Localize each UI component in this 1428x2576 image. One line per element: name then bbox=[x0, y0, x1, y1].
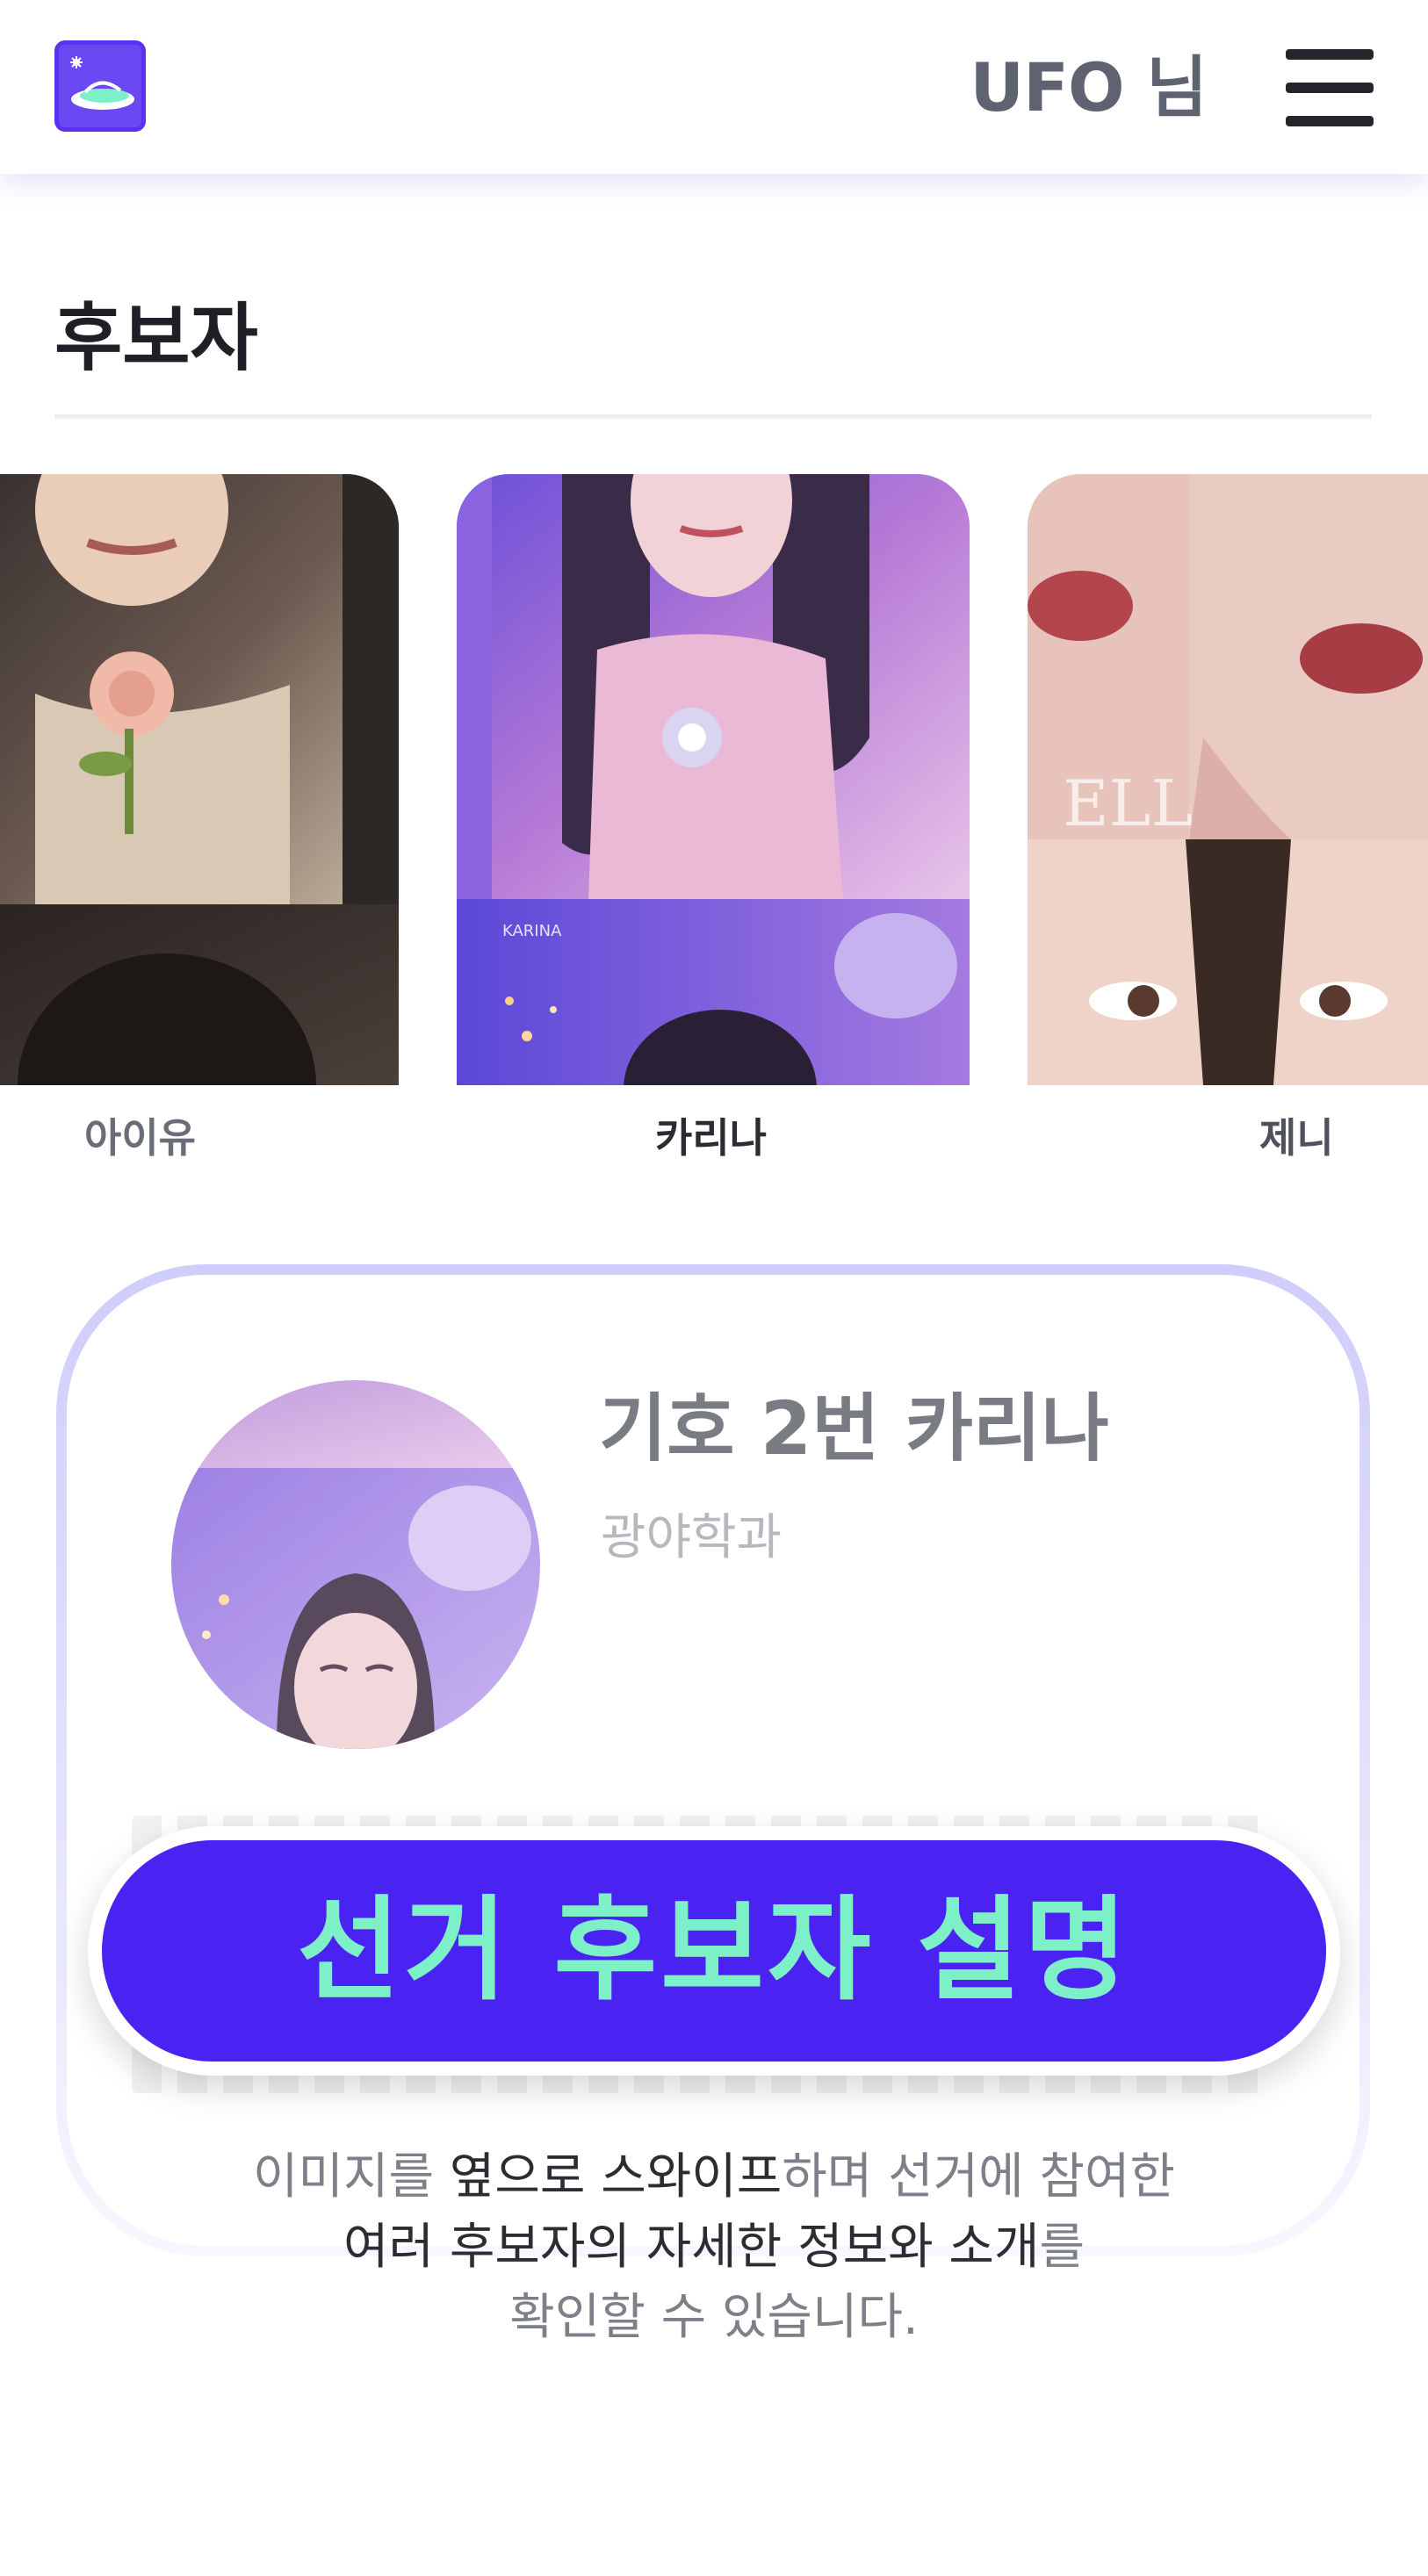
hamburger-menu-icon[interactable] bbox=[1286, 47, 1374, 128]
candidate-card-jennie[interactable]: ELL bbox=[1028, 474, 1428, 1085]
section-divider bbox=[54, 414, 1372, 419]
candidate-name-iu: 아이유 bbox=[84, 1114, 196, 1162]
description-part: 를 bbox=[1039, 2219, 1085, 2276]
candidate-title: 기호 2번 카리나 bbox=[599, 1385, 1109, 1471]
candidate-photo-karina: KARINA bbox=[457, 474, 970, 1085]
candidate-avatar bbox=[171, 1380, 540, 1749]
candidate-name-karina: 카리나 bbox=[655, 1114, 767, 1162]
app-header: UFO 님 bbox=[0, 0, 1428, 174]
ufo-logo-icon[interactable] bbox=[54, 40, 146, 132]
svg-text:KARINA: KARINA bbox=[502, 922, 562, 940]
user-name: UFO 님 bbox=[970, 48, 1208, 126]
page-title: 후보자 bbox=[54, 295, 258, 381]
description-emphasis: 옆으로 스와이프 bbox=[449, 2148, 783, 2205]
candidate-carousel[interactable]: 아이유 KARINA 카리나 ELL 제니 bbox=[0, 474, 1428, 1176]
candidate-card-iu[interactable] bbox=[0, 474, 399, 1085]
svg-text:ELL: ELL bbox=[1063, 766, 1193, 840]
description-text: 이미지를 옆으로 스와이프하며 선거에 참여한 여러 후보자의 자세한 정보와 … bbox=[0, 2142, 1428, 2353]
candidate-photo-jennie: ELL bbox=[1028, 474, 1428, 1085]
description-emphasis: 여러 후보자의 자세한 정보와 소개 bbox=[343, 2219, 1040, 2276]
candidate-card-karina[interactable]: KARINA bbox=[457, 474, 970, 1085]
description-part: 이미지를 bbox=[252, 2148, 450, 2205]
description-part: 확인할 수 있습니다. bbox=[509, 2289, 919, 2346]
cta-label: 선거 후보자 설명 bbox=[297, 1885, 1131, 2016]
candidate-explanation-button[interactable]: 선거 후보자 설명 bbox=[88, 1826, 1340, 2076]
candidate-department: 광야학과 bbox=[601, 1509, 783, 1566]
candidate-photo-iu bbox=[0, 474, 399, 1085]
description-part: 하며 선거에 참여한 bbox=[782, 2148, 1176, 2205]
candidate-name-jennie: 제니 bbox=[1259, 1114, 1334, 1162]
